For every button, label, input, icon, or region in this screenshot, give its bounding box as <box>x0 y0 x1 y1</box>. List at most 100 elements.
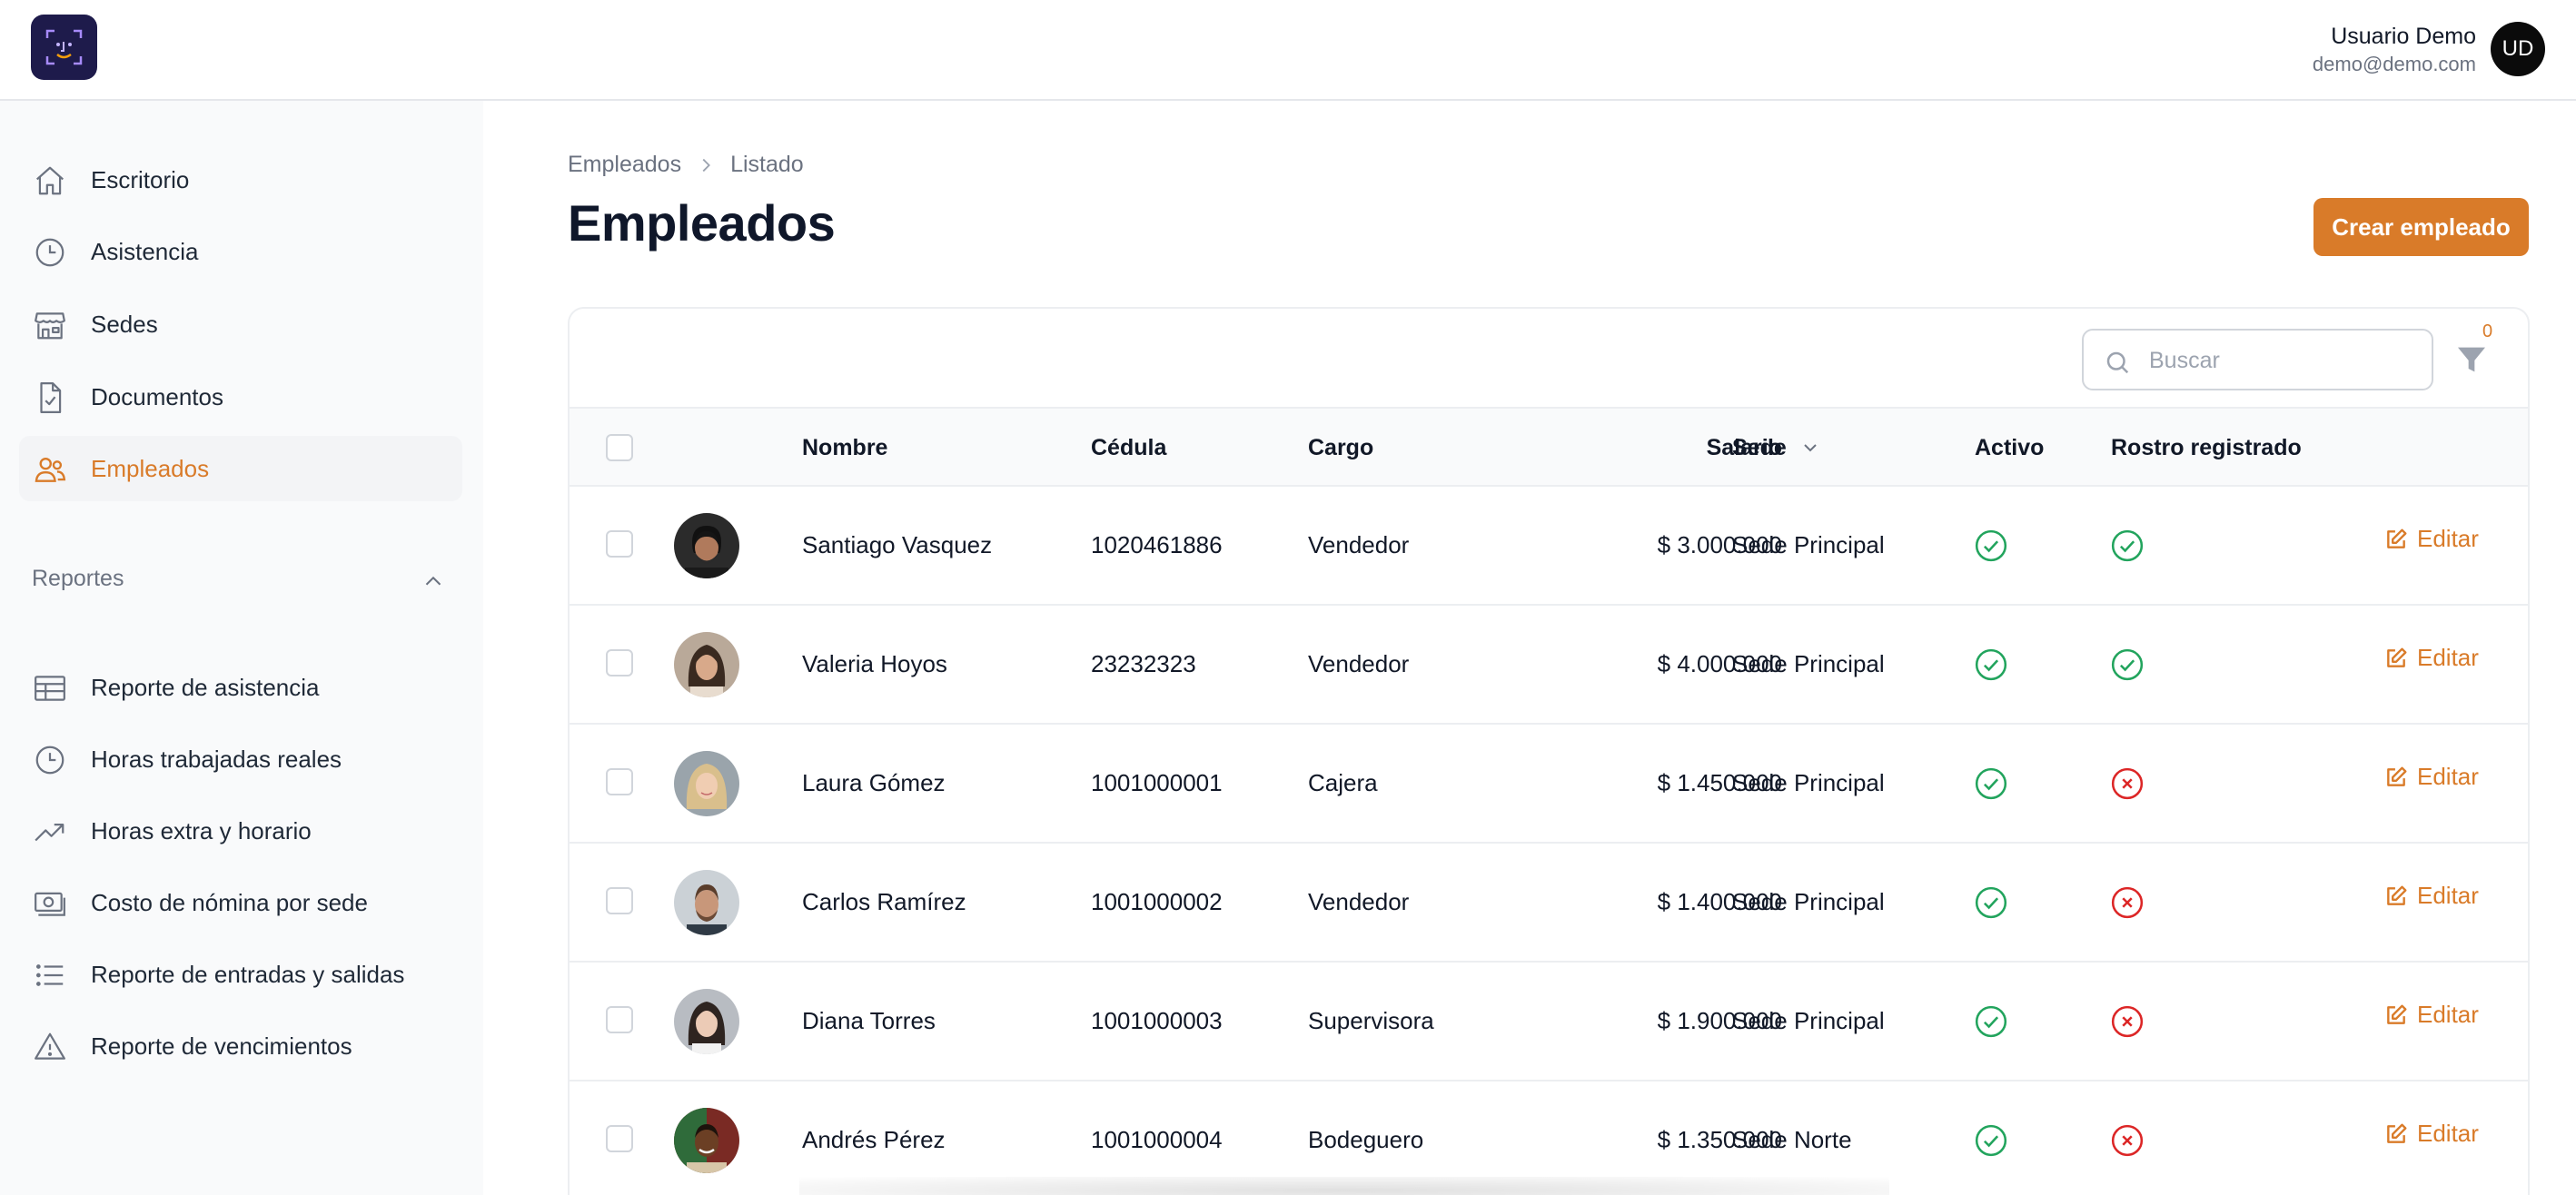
sidebar: Escritorio Asistencia Sedes Documentos E… <box>0 101 483 1195</box>
row-checkbox[interactable] <box>606 649 633 677</box>
employee-photo <box>674 751 739 816</box>
list-icon <box>33 958 67 993</box>
cell-cedula: 1001000001 <box>1091 769 1223 796</box>
edit-button[interactable]: Editar <box>2384 644 2479 672</box>
edit-button[interactable]: Editar <box>2384 525 2479 553</box>
warning-icon <box>33 1030 67 1064</box>
column-header-activo[interactable]: Activo <box>1975 409 2044 487</box>
cell-sede: Sede Principal <box>1732 888 1885 915</box>
column-header-cedula[interactable]: Cédula <box>1091 409 1166 487</box>
edit-label: Editar <box>2417 763 2479 790</box>
sidebar-item-label: Horas trabajadas reales <box>91 745 342 773</box>
user-menu[interactable]: Usuario Demo demo@demo.com UD <box>2313 18 2545 80</box>
column-header-cargo[interactable]: Cargo <box>1308 409 1373 487</box>
create-employee-button[interactable]: Crear empleado <box>2313 198 2529 256</box>
column-header-sede[interactable]: Sede <box>1732 409 1959 487</box>
sidebar-item-label: Reporte de vencimientos <box>91 1032 352 1060</box>
reports-section-label[interactable]: Reportes <box>32 566 124 592</box>
sidebar-item-escritorio[interactable]: Escritorio <box>19 147 462 212</box>
sidebar-item-label: Escritorio <box>91 165 190 193</box>
row-checkbox[interactable] <box>606 1006 633 1033</box>
cell-cargo: Supervisora <box>1308 1007 1434 1034</box>
employee-photo <box>674 870 739 935</box>
cell-nombre: Valeria Hoyos <box>802 650 947 677</box>
sidebar-item-label: Empleados <box>91 454 210 482</box>
check-circle-icon <box>1974 1004 2008 1039</box>
column-header-sede-label: Sede <box>1732 434 1787 460</box>
sidebar-item-documentos[interactable]: Documentos <box>19 364 462 430</box>
chevron-down-icon <box>1804 444 1817 452</box>
check-circle-icon <box>1974 647 2008 682</box>
cell-sede: Sede Principal <box>1732 769 1885 796</box>
row-checkbox[interactable] <box>606 887 633 914</box>
column-header-nombre[interactable]: Nombre <box>802 409 887 487</box>
sidebar-item-costo-nomina[interactable]: Costo de nómina por sede <box>19 870 462 935</box>
x-circle-icon <box>2110 1004 2145 1039</box>
edit-button[interactable]: Editar <box>2384 882 2479 910</box>
check-circle-icon <box>1974 766 2008 801</box>
employee-photo <box>674 1108 739 1173</box>
sidebar-item-label: Documentos <box>91 382 223 410</box>
chevron-up-icon[interactable] <box>420 568 447 595</box>
edit-button[interactable]: Editar <box>2384 1120 2479 1148</box>
user-email: demo@demo.com <box>2312 53 2476 75</box>
search-box[interactable] <box>2082 329 2433 390</box>
filter-icon[interactable] <box>2453 341 2490 378</box>
sidebar-item-sedes[interactable]: Sedes <box>19 291 462 357</box>
employee-photo <box>674 513 739 578</box>
select-all-checkbox[interactable] <box>606 434 633 461</box>
row-checkbox[interactable] <box>606 1125 633 1152</box>
row-checkbox[interactable] <box>606 530 633 558</box>
cell-nombre: Laura Gómez <box>802 769 946 796</box>
employee-photo <box>674 989 739 1054</box>
app-logo[interactable] <box>31 15 97 80</box>
home-icon <box>33 163 67 198</box>
sidebar-item-vencimientos[interactable]: Reporte de vencimientos <box>19 1013 462 1079</box>
table-row[interactable]: Santiago Vasquez 1020461886 Vendedor $ 3… <box>570 487 2528 606</box>
sidebar-item-reporte-asistencia[interactable]: Reporte de asistencia <box>19 655 462 720</box>
table-row[interactable]: Diana Torres 1001000003 Supervisora $ 1.… <box>570 963 2528 1081</box>
sidebar-item-horas-extra[interactable]: Horas extra y horario <box>19 798 462 864</box>
edit-label: Editar <box>2417 1120 2479 1147</box>
user-name: Usuario Demo <box>2331 24 2476 49</box>
column-header-rostro[interactable]: Rostro registrado <box>2111 409 2302 487</box>
user-avatar[interactable]: UD <box>2491 22 2545 76</box>
x-circle-icon <box>2110 1123 2145 1158</box>
check-circle-icon <box>1974 1123 2008 1158</box>
table-header: Nombre Cédula Cargo Salario Sede Activo … <box>570 409 2528 487</box>
cell-nombre: Diana Torres <box>802 1007 936 1034</box>
row-checkbox[interactable] <box>606 768 633 795</box>
clock-icon <box>33 235 67 270</box>
trending-up-icon <box>33 815 67 849</box>
sidebar-item-asistencia[interactable]: Asistencia <box>19 219 462 284</box>
sidebar-item-empleados[interactable]: Empleados <box>19 436 462 501</box>
table-icon <box>33 671 67 706</box>
cell-cedula: 23232323 <box>1091 650 1196 677</box>
sidebar-item-label: Asistencia <box>91 237 199 265</box>
store-icon <box>33 308 67 342</box>
cell-sede: Sede Principal <box>1732 1007 1885 1034</box>
x-circle-icon <box>2110 766 2145 801</box>
employee-photo <box>674 632 739 697</box>
sidebar-item-horas-trabajadas[interactable]: Horas trabajadas reales <box>19 726 462 792</box>
table-row[interactable]: Valeria Hoyos 23232323 Vendedor $ 4.000.… <box>570 606 2528 725</box>
sidebar-item-label: Horas extra y horario <box>91 816 312 844</box>
breadcrumb-item[interactable]: Empleados <box>568 152 681 178</box>
check-circle-icon <box>1974 885 2008 920</box>
table-row[interactable]: Laura Gómez 1001000001 Cajera $ 1.450.00… <box>570 725 2528 844</box>
cell-nombre: Santiago Vasquez <box>802 531 993 558</box>
table-row[interactable]: Carlos Ramírez 1001000002 Vendedor $ 1.4… <box>570 844 2528 963</box>
users-icon <box>33 452 67 487</box>
sidebar-item-label: Costo de nómina por sede <box>91 888 368 916</box>
edit-icon <box>2387 1004 2407 1024</box>
edit-button[interactable]: Editar <box>2384 763 2479 791</box>
edit-icon <box>2387 885 2407 905</box>
search-input[interactable] <box>2149 343 2413 378</box>
sidebar-item-entradas-salidas[interactable]: Reporte de entradas y salidas <box>19 942 462 1007</box>
edit-button[interactable]: Editar <box>2384 1001 2479 1029</box>
cash-icon <box>33 886 67 921</box>
cell-cedula: 1001000002 <box>1091 888 1223 915</box>
edit-icon <box>2387 647 2407 667</box>
cell-sede: Sede Principal <box>1732 531 1885 558</box>
sidebar-item-label: Reporte de entradas y salidas <box>91 960 405 988</box>
